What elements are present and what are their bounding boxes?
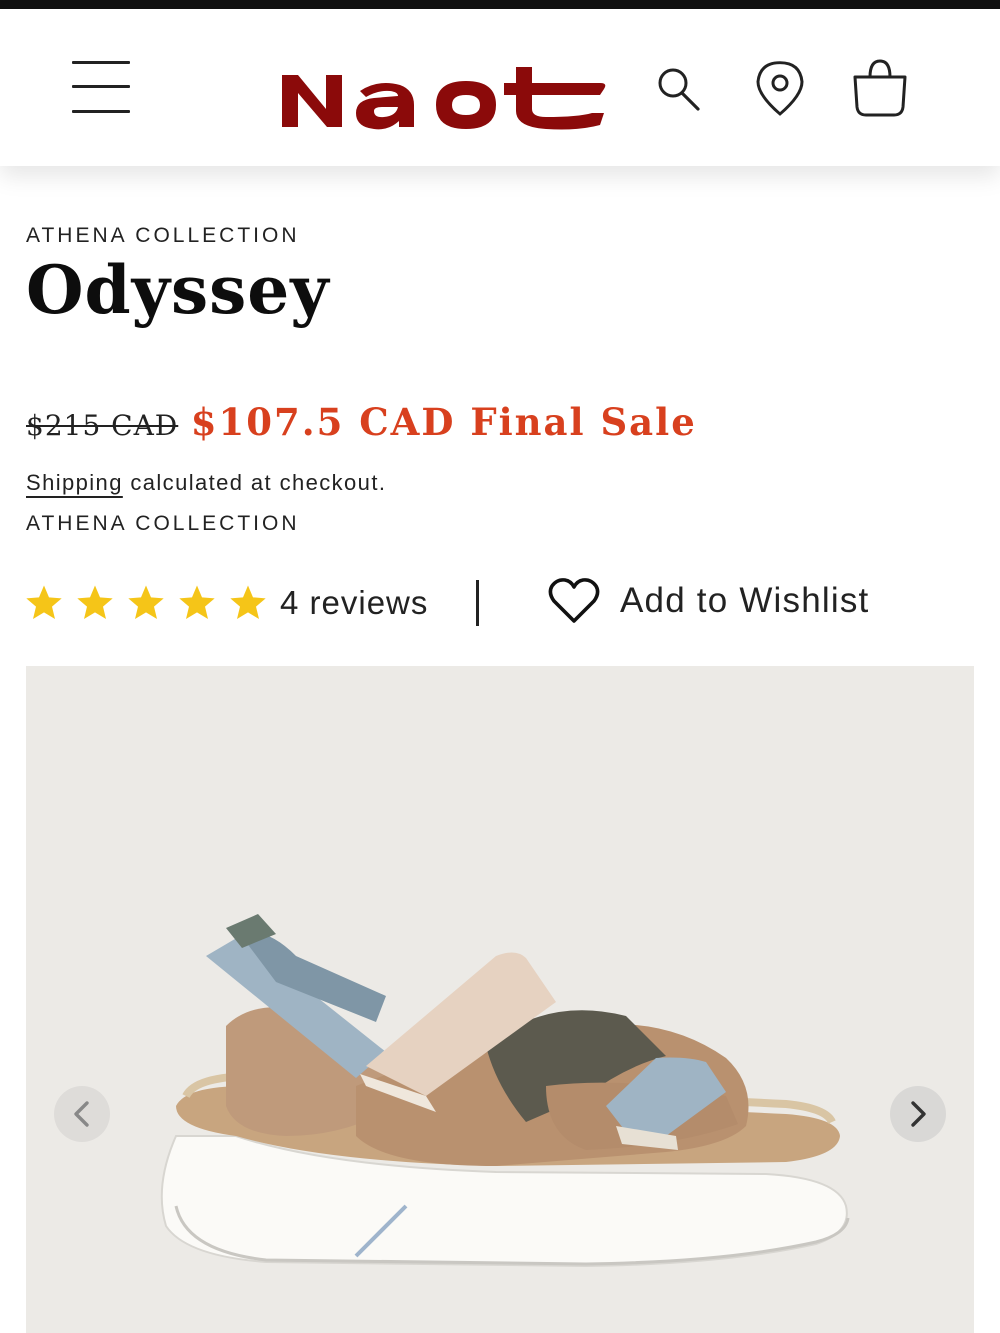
rating-summary[interactable]: 4 reviews	[24, 578, 428, 628]
menu-icon	[72, 61, 130, 64]
location-pin-icon[interactable]	[750, 59, 810, 119]
star-icon	[230, 585, 266, 619]
rating-divider	[476, 580, 479, 626]
chevron-left-icon	[74, 1101, 89, 1127]
search-icon[interactable]	[648, 59, 708, 119]
star-icon	[179, 585, 215, 619]
heart-icon	[548, 578, 600, 623]
star-icon	[128, 585, 164, 619]
chevron-right-icon	[911, 1101, 926, 1127]
naot-logo[interactable]	[278, 45, 608, 135]
star-icon	[77, 585, 113, 619]
original-price: $215 CAD	[26, 409, 179, 442]
gallery-prev-button[interactable]	[54, 1086, 110, 1142]
reviews-count-link[interactable]: 4 reviews	[280, 584, 428, 622]
status-bar-strip	[0, 0, 1000, 9]
shopping-bag-icon[interactable]	[850, 59, 910, 119]
sale-price: $107.5 CAD Final Sale	[190, 400, 697, 444]
shipping-text: calculated at checkout.	[122, 470, 387, 495]
star-icon	[26, 585, 62, 619]
collection-label: ATHENA COLLECTION	[26, 224, 300, 247]
product-title: Odyssey	[26, 251, 330, 329]
wishlist-label: Add to Wishlist	[620, 581, 870, 620]
shipping-link[interactable]: Shipping	[26, 470, 123, 495]
shipping-note: Shipping calculated at checkout.	[26, 470, 386, 496]
gallery-next-button[interactable]	[890, 1086, 946, 1142]
site-header	[0, 9, 1000, 166]
product-image-gallery[interactable]	[26, 666, 974, 1333]
product-image-odyssey-sandal	[160, 914, 850, 1268]
add-to-wishlist-button[interactable]: Add to Wishlist	[548, 577, 869, 625]
price-row: $215 CAD $107.5 CAD Final Sale	[26, 400, 697, 444]
menu-button[interactable]	[72, 59, 132, 115]
collection-label-secondary: ATHENA COLLECTION	[26, 512, 300, 535]
